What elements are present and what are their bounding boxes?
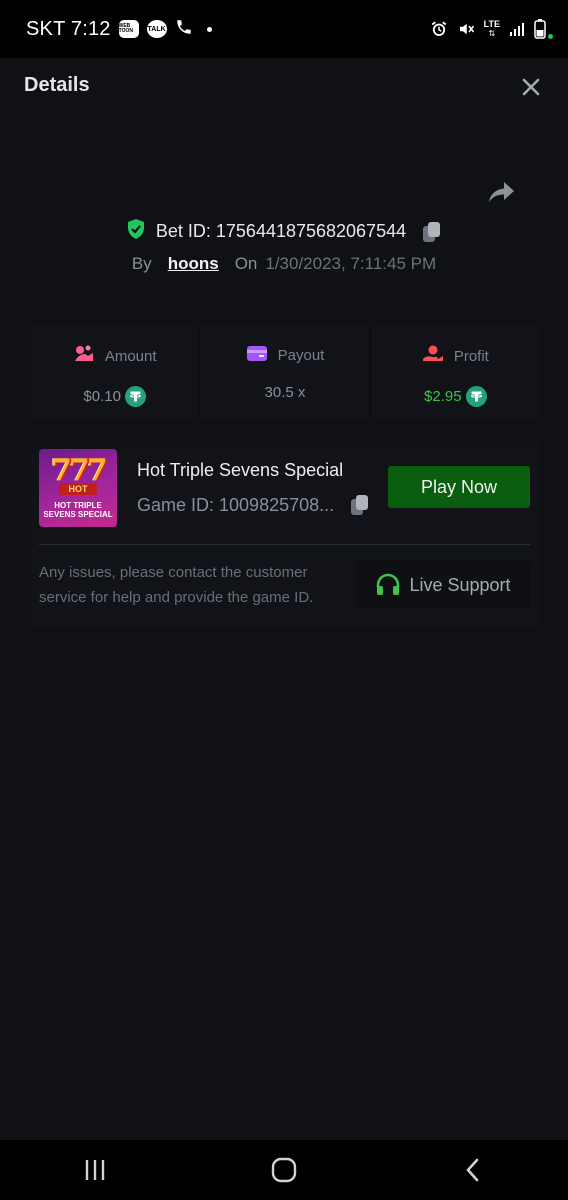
headset-icon	[377, 573, 400, 595]
stat-value: $0.10	[83, 388, 121, 405]
battery-icon	[534, 19, 553, 39]
stat-label-row: Amount	[73, 344, 157, 368]
recents-icon	[85, 1160, 104, 1180]
thumb-caption: HOT TRIPLE SEVENS SPECIAL	[43, 501, 113, 519]
back-button[interactable]	[443, 1145, 503, 1195]
by-label: By	[131, 254, 152, 273]
details-panel: Details Bet ID: 1756441875682067544 By h…	[0, 58, 568, 1140]
close-icon	[522, 78, 540, 96]
status-right: LTE ⇅	[430, 19, 553, 39]
stat-label: Payout	[277, 346, 325, 364]
play-now-button[interactable]: Play Now	[388, 466, 530, 508]
tether-icon	[124, 386, 146, 407]
game-thumbnail[interactable]: 777 HOT HOT TRIPLE SEVENS SPECIAL	[39, 449, 117, 527]
home-button[interactable]	[254, 1145, 314, 1195]
share-button[interactable]	[486, 176, 518, 208]
user-link[interactable]: hoons	[168, 254, 219, 274]
game-id-text: Game ID: 1009825708...	[137, 494, 335, 515]
stat-payout: Payout 30.5 x	[200, 324, 371, 420]
alarm-icon	[430, 20, 448, 38]
support-notice: Any issues, please contact the customer …	[39, 564, 314, 606]
notification-dot-icon	[206, 26, 212, 32]
bet-id-text: Bet ID: 1756441875682067544	[155, 221, 407, 241]
stat-label: Profit	[453, 347, 489, 365]
system-nav-bar	[0, 1140, 568, 1200]
stat-value: $2.95	[424, 388, 462, 405]
status-bar: SKT 7:12 WEB TOON TALK LTE ⇅	[0, 0, 568, 58]
shield-check-icon	[126, 218, 146, 245]
game-card: 777 HOT HOT TRIPLE SEVENS SPECIAL Hot Tr…	[30, 442, 540, 628]
hand-coin-icon	[422, 344, 444, 368]
recents-button[interactable]	[65, 1145, 125, 1195]
talk-icon: TALK	[146, 20, 167, 38]
wallet-icon	[246, 344, 268, 366]
share-icon	[489, 182, 514, 202]
lte-icon: LTE ⇅	[483, 19, 500, 39]
close-button[interactable]	[516, 72, 546, 102]
copy-icon	[423, 221, 441, 242]
stat-label: Amount	[104, 347, 157, 365]
page-title: Details	[24, 74, 90, 96]
stat-amount: Amount $0.10	[30, 324, 201, 420]
stat-label-row: Profit	[422, 344, 489, 368]
stat-value-row: 30.5 x	[265, 384, 306, 401]
bet-id-row: Bet ID: 1756441875682067544	[0, 218, 568, 245]
game-id-row: Game ID: 1009825708...	[137, 494, 370, 516]
thumb-hot-label: HOT	[59, 483, 97, 495]
status-left: SKT 7:12 WEB TOON TALK	[26, 18, 212, 41]
back-icon	[466, 1158, 479, 1182]
copy-bet-id-button[interactable]	[422, 221, 442, 243]
on-label: On	[234, 254, 258, 273]
copy-game-id-button[interactable]	[350, 494, 370, 516]
webtoon-icon: WEB TOON	[118, 20, 139, 38]
stat-label-row: Payout	[246, 344, 325, 366]
bet-meta-row: By hoons On 1/30/2023, 7:11:45 PM	[0, 254, 568, 274]
signal-icon	[509, 21, 525, 37]
phone-icon	[175, 18, 193, 41]
stat-value-row: $2.95	[424, 386, 487, 407]
game-name: Hot Triple Sevens Special	[137, 460, 344, 480]
stat-value: 30.5 x	[264, 384, 306, 401]
copy-icon	[351, 495, 369, 515]
live-support-label: Live Support	[409, 574, 511, 595]
live-support-button[interactable]: Live Support	[356, 561, 530, 609]
bet-date: 1/30/2023, 7:11:45 PM	[265, 254, 437, 273]
mute-icon	[457, 20, 475, 38]
divider	[39, 544, 530, 545]
status-time: SKT 7:12	[26, 17, 111, 40]
stat-value-row: $0.10	[83, 386, 146, 407]
bet-stats: Amount $0.10 Payout 30.5 x Profit $2.95	[30, 324, 540, 420]
home-icon	[271, 1157, 297, 1183]
stat-profit: Profit $2.95	[370, 324, 540, 420]
tether-icon	[465, 386, 487, 407]
coins-icon	[73, 344, 95, 368]
